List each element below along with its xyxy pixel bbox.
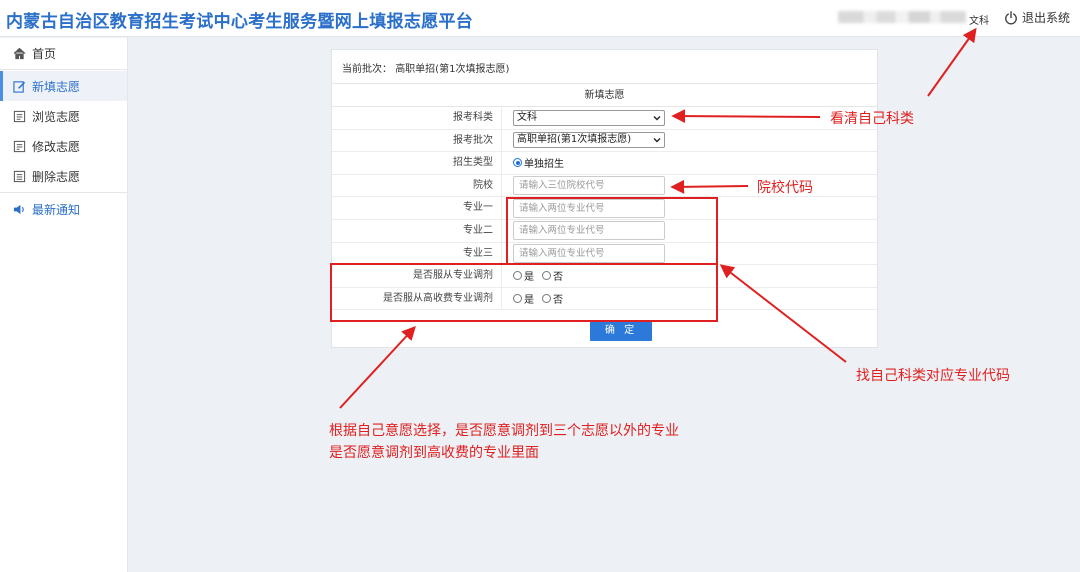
form-title: 新填志愿 xyxy=(332,84,877,107)
form-row-highfee: 是否服从高收费专业调剂 是 否 xyxy=(332,287,877,311)
major3-code-input[interactable]: 请输入两位专业代号 xyxy=(513,243,665,263)
major1-code-input[interactable]: 请输入两位专业代号 xyxy=(513,198,665,218)
adjust-no-radio[interactable]: 否 xyxy=(542,268,563,283)
current-batch-value: 高职单招(第1次填报志愿) xyxy=(395,64,510,75)
list-icon xyxy=(13,110,26,122)
subject-label: 报考科类 xyxy=(332,107,502,129)
annotation-adjust-note: 根据自己意愿选择，是否愿意调剂到三个志愿以外的专业 是否愿意调剂到高收费的专业里… xyxy=(329,420,679,464)
annotation-adjust-line1: 根据自己意愿选择，是否愿意调剂到三个志愿以外的专业 xyxy=(329,423,679,439)
radio-checked xyxy=(513,158,522,168)
type-label: 招生类型 xyxy=(332,152,502,174)
sidebar-item-notice[interactable]: 最新通知 xyxy=(0,194,127,224)
logout-label: 退出系统 xyxy=(1022,11,1071,25)
sidebar-item-modify[interactable]: 修改志愿 xyxy=(0,131,127,161)
sidebar-item-label: 新填志愿 xyxy=(32,79,81,94)
sidebar-item-label: 最新通知 xyxy=(32,202,81,217)
school-code-input[interactable]: 请输入三位院校代号 xyxy=(513,176,665,196)
sidebar-item-label: 修改志愿 xyxy=(32,139,81,154)
app-title: 内蒙古自治区教育招生考试中心考生服务暨网上填报志愿平台 xyxy=(6,12,474,32)
form-row-adjust: 是否服从专业调剂 是 否 xyxy=(332,265,877,288)
major2-code-input[interactable]: 请输入两位专业代号 xyxy=(513,221,665,241)
school-label: 院校 xyxy=(332,174,502,197)
chevron-down-icon xyxy=(653,115,661,121)
form-row-major2: 专业二 请输入两位专业代号 xyxy=(332,219,877,243)
form-row-major3: 专业三 请输入两位专业代号 xyxy=(332,242,877,266)
form-row-type: 招生类型 单独招生 xyxy=(332,152,877,175)
logout-button[interactable]: 退出系统 xyxy=(1004,9,1070,26)
type-option-label: 单独招生 xyxy=(524,159,564,171)
application-form-panel: 当前批次： 高职单招(第1次填报志愿) 新填志愿 报考科类 文科 报考批次 高职… xyxy=(331,49,878,348)
annotation-major-note: 找自己科类对应专业代码 xyxy=(856,368,1010,384)
batch-select[interactable]: 高职单招(第1次填报志愿) xyxy=(513,132,665,149)
highfee-label: 是否服从高收费专业调剂 xyxy=(332,287,502,310)
annotation-subject-note: 看清自己科类 xyxy=(830,111,914,127)
annotation-school-note: 院校代码 xyxy=(757,180,813,196)
sidebar-item-label: 浏览志愿 xyxy=(32,109,81,124)
speaker-icon xyxy=(13,204,24,214)
radio-unchecked xyxy=(513,294,522,304)
type-radio-single[interactable]: 单独招生 xyxy=(513,155,564,170)
delete-list-icon xyxy=(13,170,26,182)
current-batch: 当前批次： 高职单招(第1次填报志愿) xyxy=(342,60,509,75)
radio-unchecked xyxy=(542,294,551,304)
major2-label: 专业二 xyxy=(332,219,502,242)
major3-label: 专业三 xyxy=(332,242,502,265)
edit-icon xyxy=(13,80,26,93)
sidebar-item-label: 删除志愿 xyxy=(32,169,81,184)
no-label: 否 xyxy=(553,272,563,284)
yes-label: 是 xyxy=(524,272,534,284)
adjust-label: 是否服从专业调剂 xyxy=(332,265,502,287)
radio-unchecked xyxy=(513,271,522,281)
user-subject: 文科 xyxy=(969,16,989,27)
home-icon xyxy=(13,47,26,59)
subject-select-value: 文科 xyxy=(517,111,537,123)
sidebar-item-label: 首页 xyxy=(32,46,57,61)
sidebar-item-delete[interactable]: 删除志愿 xyxy=(0,161,127,191)
current-batch-label: 当前批次： xyxy=(342,64,392,75)
sidebar-item-new-application[interactable]: 新填志愿 xyxy=(0,71,127,101)
blurred-user-info xyxy=(838,11,966,23)
no-label: 否 xyxy=(553,295,563,307)
subject-select[interactable]: 文科 xyxy=(513,109,665,126)
form-row-major1: 专业一 请输入两位专业代号 xyxy=(332,197,877,220)
radio-unchecked xyxy=(542,271,551,281)
power-icon xyxy=(1005,10,1017,24)
highfee-no-radio[interactable]: 否 xyxy=(542,291,563,306)
form-row-batch: 报考批次 高职单招(第1次填报志愿) xyxy=(332,129,877,153)
sidebar: 首页 新填志愿 浏览志愿 修改志愿 删除志愿 最新通知 xyxy=(0,38,128,572)
yes-label: 是 xyxy=(524,295,534,307)
form-row-subject: 报考科类 文科 xyxy=(332,107,877,130)
chevron-down-icon xyxy=(653,138,661,143)
highfee-yes-radio[interactable]: 是 xyxy=(513,291,534,306)
batch-field-label: 报考批次 xyxy=(332,129,502,152)
major1-label: 专业一 xyxy=(332,197,502,219)
top-header: 内蒙古自治区教育招生考试中心考生服务暨网上填报志愿平台 文科 退出系统 xyxy=(0,0,1080,37)
batch-select-value: 高职单招(第1次填报志愿) xyxy=(517,134,632,146)
sidebar-item-home[interactable]: 首页 xyxy=(0,38,127,68)
adjust-yes-radio[interactable]: 是 xyxy=(513,268,534,283)
submit-button[interactable]: 确 定 xyxy=(590,321,652,341)
edit-list-icon xyxy=(13,140,26,152)
annotation-adjust-line2: 是否愿意调剂到高收费的专业里面 xyxy=(329,445,539,461)
arrow-to-header-subject xyxy=(927,27,977,97)
sidebar-item-browse[interactable]: 浏览志愿 xyxy=(0,101,127,131)
divider xyxy=(0,69,127,70)
divider xyxy=(0,192,127,193)
